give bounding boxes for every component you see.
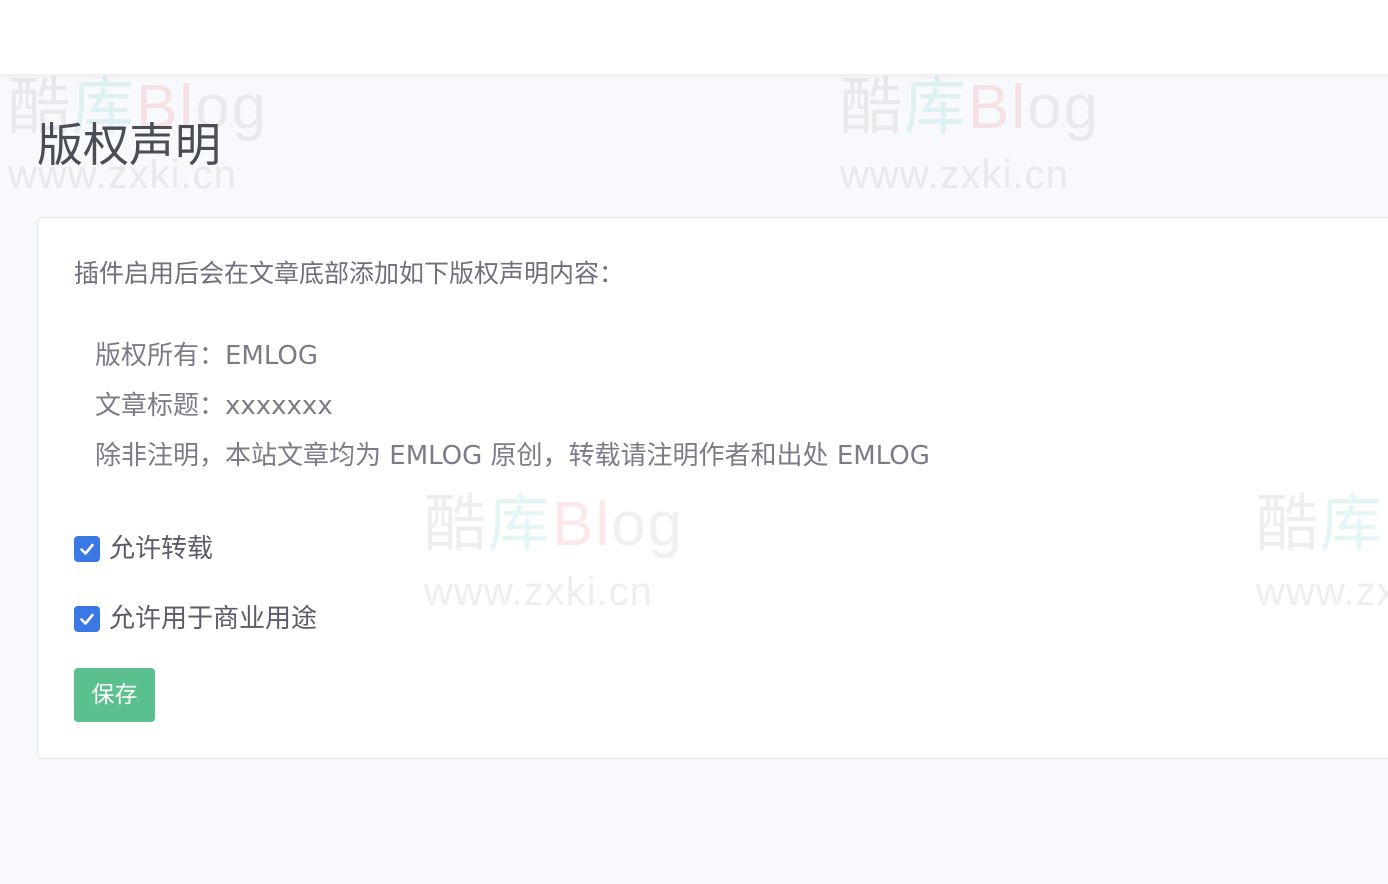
allow-reprint-label: 允许转载 [109,534,214,564]
top-navbar [0,0,1388,74]
intro-text: 插件启用后会在文章底部添加如下版权声明内容： [74,259,625,288]
article-title-line: 文章标题：xxxxxxx [95,391,333,421]
allow-reprint-option[interactable]: 允许转载 [74,531,213,567]
copyright-owner-line: 版权所有：EMLOG [95,341,319,371]
allow-commercial-use-checkbox[interactable] [74,606,100,632]
save-button[interactable]: 保存 [74,668,155,722]
checkmark-icon [80,613,94,625]
checkmark-icon [80,543,94,555]
allow-commercial-use-label: 允许用于商业用途 [109,604,318,634]
allow-commercial-use-option[interactable]: 允许用于商业用途 [74,601,317,637]
allow-reprint-checkbox[interactable] [74,536,100,562]
reprint-notice-line: 除非注明，本站文章均为 EMLOG 原创，转载请注明作者和出处 EMLOG [95,441,930,471]
settings-card: 插件启用后会在文章底部添加如下版权声明内容： 版权所有：EMLOG 文章标题：x… [37,217,1388,759]
